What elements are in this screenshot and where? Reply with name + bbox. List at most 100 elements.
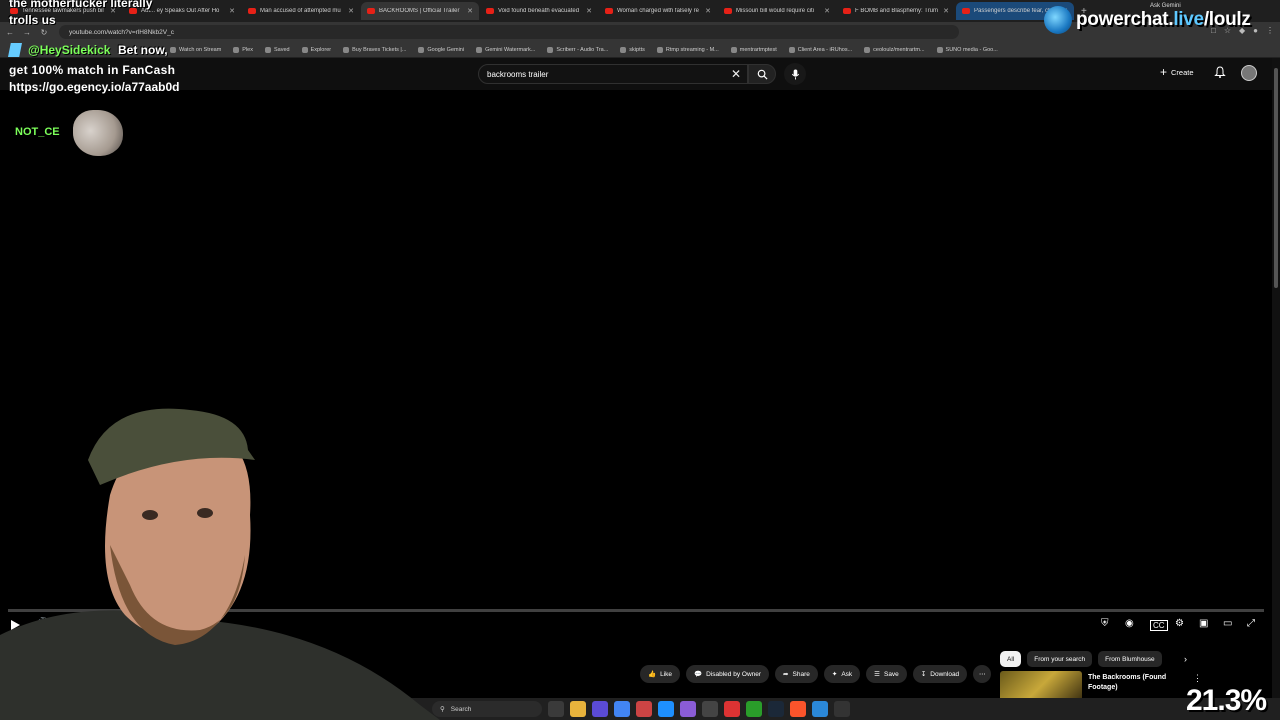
browser-tab-title: Woman charged with falsely re: [617, 8, 699, 14]
save-button[interactable]: ☰ Save: [866, 665, 907, 683]
bookmark-item[interactable]: Buy Braves Tickets |...: [343, 46, 407, 53]
account-avatar[interactable]: [1241, 65, 1257, 81]
recommendation-title[interactable]: The Backrooms (Found Footage): [1088, 673, 1178, 693]
like-button[interactable]: 👍 Like: [640, 665, 681, 683]
bookmark-item[interactable]: Google Gemini: [418, 46, 464, 53]
terminal-icon[interactable]: [834, 701, 850, 717]
bookmark-label: mentrartmptest: [739, 46, 777, 53]
reload-icon[interactable]: ↻: [37, 28, 51, 37]
miniplayer-icon[interactable]: ▣: [1199, 618, 1208, 629]
bookmark-item[interactable]: SUNO media - Goo...: [936, 46, 998, 53]
scrollbar-thumb[interactable]: [1274, 68, 1278, 288]
captions-icon[interactable]: CC: [1150, 620, 1168, 631]
app-icon[interactable]: [592, 701, 608, 717]
ask-label: Ask: [841, 670, 853, 678]
app-icon[interactable]: [680, 701, 696, 717]
ask-button[interactable]: ✦ Ask: [823, 665, 861, 683]
bookmark-item[interactable]: ceoloulz/mentrartm...: [864, 46, 925, 53]
bookmark-label: Saved: [274, 46, 290, 53]
taskbar-search-icon: ⚲: [440, 706, 445, 713]
file-explorer-icon[interactable]: [570, 701, 586, 717]
create-label: Create: [1171, 67, 1194, 77]
comments-status-button[interactable]: 💬 Disabled by Owner: [686, 665, 770, 683]
save-playlist-icon: ☰: [874, 671, 880, 678]
steam-icon[interactable]: [768, 701, 784, 717]
download-button[interactable]: ↧ Download: [912, 665, 968, 683]
browser-tab[interactable]: Man accused of attempted mu ✕: [242, 2, 360, 20]
like-label: Like: [660, 670, 673, 678]
settings-gear-icon[interactable]: ⚙: [1175, 618, 1184, 629]
close-tab-icon[interactable]: ✕: [943, 7, 949, 15]
filter-chip[interactable]: From Blumhouse: [1098, 651, 1162, 667]
bookmark-label: Scriberr - Audio Tra...: [556, 46, 609, 53]
app-icon[interactable]: [812, 701, 828, 717]
browser-tab[interactable]: F BOMB and Blasphemy: Trum ✕: [837, 2, 955, 20]
profile-icon[interactable]: ●: [1253, 26, 1258, 35]
notifications-bell-icon[interactable]: [1214, 66, 1226, 78]
task-view-icon[interactable]: [548, 701, 564, 717]
close-tab-icon[interactable]: ✕: [348, 7, 354, 15]
url-field[interactable]: youtube.com/watch?v=rlH8Nkb2V_c: [59, 25, 959, 39]
bookmark-item[interactable]: skiptts: [620, 46, 645, 53]
fullscreen-icon[interactable]: ⤢: [1247, 618, 1255, 629]
screen: Tennessee lawmakers push bil ✕ Aut... ey S…: [0, 0, 1280, 720]
share-label: Share: [792, 670, 810, 678]
browser-tab-title: Aut... ey Speaks Out After Ho: [141, 8, 220, 14]
browser-tab[interactable]: Woman charged with falsely re ✕: [599, 2, 717, 20]
browser-tab[interactable]: Missouri bill would require citi ✕: [718, 2, 836, 20]
forward-icon[interactable]: →: [20, 28, 34, 37]
bookmark-item[interactable]: Client Area - iRUhos...: [788, 46, 852, 53]
bookmark-item[interactable]: Saved: [265, 46, 290, 53]
app-icon[interactable]: [636, 701, 652, 717]
close-tab-icon[interactable]: ✕: [705, 7, 711, 15]
app-icon[interactable]: [702, 701, 718, 717]
recommendation-menu-icon[interactable]: ⋮: [1193, 673, 1202, 684]
share-button[interactable]: ➦ Share: [775, 665, 818, 683]
bookmark-item[interactable]: Rtmp streaming - M...: [656, 46, 719, 53]
close-tab-icon[interactable]: ✕: [467, 7, 473, 15]
bookmark-item[interactable]: Watch on Stream: [170, 46, 222, 53]
close-tab-icon[interactable]: ✕: [824, 7, 830, 15]
bookmark-label: Watch on Stream: [179, 46, 222, 53]
bookmark-item[interactable]: mentrartmptest: [730, 46, 777, 53]
chips-next-chevron-icon[interactable]: ›: [1184, 654, 1187, 664]
bookmark-item[interactable]: Gemini Watermark...: [476, 46, 535, 53]
browser-tab[interactable]: Void found beneath evacuated ✕: [480, 2, 598, 20]
close-tab-icon[interactable]: ✕: [229, 7, 235, 15]
browser-tab[interactable]: BACKROOMS | Official Trailer ✕: [361, 2, 479, 20]
more-actions-button[interactable]: ⋯: [973, 665, 992, 683]
app-icon[interactable]: [658, 701, 674, 717]
bookmark-label: Buy Braves Tickets |...: [352, 46, 407, 53]
search-input[interactable]: backrooms trailer ✕: [478, 64, 748, 84]
menu-icon[interactable]: ⋮: [1266, 26, 1274, 35]
plus-icon: +: [1160, 65, 1168, 79]
voice-search-button[interactable]: [784, 63, 806, 85]
app-icon[interactable]: [724, 701, 740, 717]
create-button[interactable]: + Create: [1160, 65, 1194, 79]
filter-chip[interactable]: From your search: [1027, 651, 1093, 667]
search-input-value: backrooms trailer: [487, 69, 549, 79]
bookmark-favicon-icon: [730, 46, 737, 53]
xbox-icon[interactable]: [746, 701, 762, 717]
search-button[interactable]: [748, 64, 776, 84]
chrome-icon[interactable]: [614, 701, 630, 717]
bookmark-item[interactable]: Scriberr - Audio Tra...: [547, 46, 609, 53]
shield-icon[interactable]: ⛨: [1101, 618, 1109, 629]
brave-icon[interactable]: [790, 701, 806, 717]
bookmark-item[interactable]: Plex: [233, 46, 253, 53]
bookmark-favicon-icon: [620, 46, 627, 53]
recommendation-thumbnail[interactable]: [1000, 671, 1082, 701]
bookmark-item[interactable]: Explorer: [301, 46, 331, 53]
filter-chip[interactable]: All: [1000, 651, 1022, 667]
download-icon: ↧: [920, 671, 927, 678]
cast-icon[interactable]: ▭: [1223, 618, 1232, 629]
back-icon[interactable]: ←: [3, 28, 17, 37]
microphone-icon: [791, 68, 799, 80]
bookmark-favicon-icon: [476, 46, 483, 53]
filter-chips: All From your search From Blumhouse: [1000, 651, 1162, 667]
taskbar-search[interactable]: ⚲ Search: [432, 701, 542, 717]
autoplay-toggle-icon[interactable]: ◉: [1125, 618, 1134, 629]
page-scrollbar[interactable]: [1272, 58, 1280, 720]
close-tab-icon[interactable]: ✕: [586, 7, 592, 15]
clear-search-icon[interactable]: ✕: [731, 67, 741, 81]
